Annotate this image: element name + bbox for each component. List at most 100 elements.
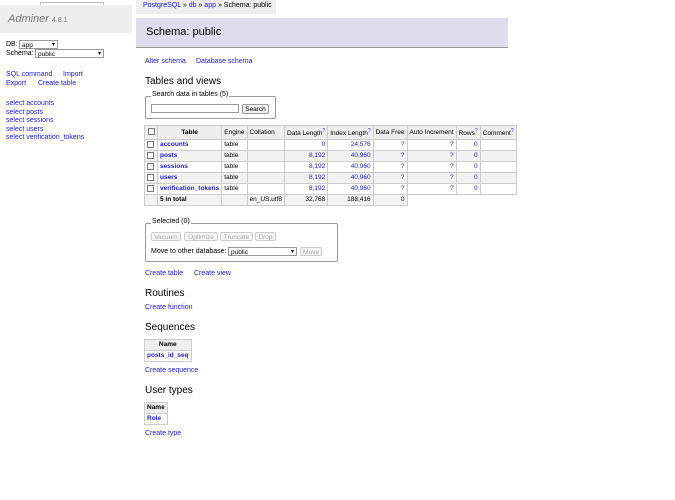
data-free-link[interactable]: ? bbox=[401, 152, 405, 159]
sql-command-link[interactable]: SQL command bbox=[6, 71, 52, 78]
table-row: sessions table 8,192 40,960 ? ? 0 bbox=[144, 161, 517, 174]
auto-increment-cell: ? bbox=[406, 150, 457, 163]
move-database-select[interactable]: public ▾ bbox=[228, 247, 297, 256]
table-name-cell: sessions bbox=[156, 161, 223, 174]
data-length-link[interactable]: 0 bbox=[322, 141, 326, 148]
select-table-link[interactable]: select sessions bbox=[6, 117, 53, 124]
db-label: DB: bbox=[6, 41, 18, 48]
schema-label: Schema: bbox=[6, 50, 34, 57]
total-label: 5 in total bbox=[156, 194, 223, 207]
sequence-link[interactable]: posts_id_seq bbox=[147, 352, 189, 359]
table-name-link[interactable]: users bbox=[160, 174, 177, 181]
auto-increment-link[interactable]: ? bbox=[450, 152, 454, 159]
search-input[interactable] bbox=[151, 104, 239, 113]
breadcrumb-database[interactable]: app bbox=[204, 2, 216, 9]
auto-increment-link[interactable]: ? bbox=[450, 174, 454, 181]
auto-increment-link[interactable]: ? bbox=[450, 185, 454, 192]
index-length-link[interactable]: 24,576 bbox=[351, 141, 371, 148]
data-length-link[interactable]: 8,192 bbox=[309, 163, 325, 170]
col-rows-label: Rows bbox=[458, 130, 475, 138]
adminer-logo-link[interactable]: Adminer 4.8.1 bbox=[8, 13, 68, 25]
db-select[interactable]: app ▾ bbox=[19, 40, 58, 49]
move-button[interactable]: Move bbox=[300, 247, 322, 256]
col-engine: Engine bbox=[221, 124, 248, 141]
create-type-link[interactable]: Create type bbox=[145, 430, 181, 437]
select-table-link[interactable]: select accounts bbox=[6, 100, 54, 107]
create-function-link[interactable]: Create function bbox=[145, 304, 192, 311]
help-icon[interactable]: ? bbox=[511, 128, 514, 134]
select-table-link[interactable]: select users bbox=[6, 126, 43, 133]
index-length-link[interactable]: 40,960 bbox=[351, 185, 371, 192]
user-types-heading: User types bbox=[145, 385, 193, 396]
rows-link[interactable]: 0 bbox=[474, 174, 478, 181]
data-length-link[interactable]: 8,192 bbox=[309, 152, 325, 159]
rows-link[interactable]: 0 bbox=[474, 152, 478, 159]
rows-link[interactable]: 0 bbox=[474, 141, 478, 148]
table-name-link[interactable]: verification_tokens bbox=[160, 185, 219, 192]
col-index-length-label: Index Length bbox=[330, 130, 368, 138]
search-button[interactable]: Search bbox=[242, 104, 269, 114]
collation-cell bbox=[246, 139, 286, 152]
alter-schema-link[interactable]: Alter schema bbox=[145, 58, 186, 65]
row-select-cell bbox=[144, 161, 158, 174]
row-checkbox[interactable] bbox=[147, 184, 154, 192]
rows-cell: 0 bbox=[455, 183, 481, 196]
database-schema-link[interactable]: Database schema bbox=[196, 58, 252, 65]
rows-link[interactable]: 0 bbox=[474, 163, 478, 170]
comment-cell bbox=[479, 183, 517, 196]
data-length-link[interactable]: 8,192 bbox=[309, 174, 325, 181]
index-length-link[interactable]: 40,960 bbox=[351, 152, 371, 159]
tables-header-row: Table Engine Collation Data Length? Inde… bbox=[144, 124, 517, 141]
breadcrumb-server[interactable]: db bbox=[189, 2, 197, 9]
breadcrumb-driver[interactable]: PostgreSQL bbox=[143, 2, 181, 9]
rows-cell: 0 bbox=[455, 161, 481, 174]
col-index-length: Index Length? bbox=[327, 124, 374, 141]
select-table-link[interactable]: select verification_tokens bbox=[6, 134, 84, 141]
truncate-button[interactable]: Truncate bbox=[220, 232, 253, 241]
row-checkbox[interactable] bbox=[147, 140, 154, 148]
vacuum-button[interactable]: Vacuum bbox=[151, 232, 181, 241]
data-length-cell: 8,192 bbox=[284, 172, 329, 185]
index-length-link[interactable]: 40,960 bbox=[351, 163, 371, 170]
drop-button[interactable]: Drop bbox=[255, 232, 276, 241]
tables-table: Table Engine Collation Data Length? Inde… bbox=[144, 124, 517, 207]
auto-increment-cell: ? bbox=[406, 161, 457, 174]
row-checkbox[interactable] bbox=[147, 162, 154, 170]
col-comment-label: Comment bbox=[482, 130, 511, 138]
create-table-link[interactable]: Create table bbox=[145, 270, 183, 277]
data-free-link[interactable]: ? bbox=[401, 174, 405, 181]
create-view-link[interactable]: Create view bbox=[194, 270, 231, 277]
user-type-link[interactable]: Role bbox=[147, 415, 161, 422]
data-length-cell: 8,192 bbox=[284, 150, 329, 163]
table-name-link[interactable]: sessions bbox=[160, 163, 188, 170]
row-checkbox[interactable] bbox=[147, 173, 154, 181]
select-table-link[interactable]: select posts bbox=[6, 109, 43, 116]
collation-cell bbox=[246, 172, 286, 185]
select-all-checkbox[interactable] bbox=[147, 128, 155, 136]
create-sequence-link[interactable]: Create sequence bbox=[145, 367, 198, 374]
rows-link[interactable]: 0 bbox=[474, 185, 478, 192]
create-table-link[interactable]: Create table bbox=[38, 80, 76, 87]
data-free-link[interactable]: ? bbox=[401, 141, 405, 148]
engine-cell: table bbox=[221, 183, 248, 196]
table-name-link[interactable]: posts bbox=[160, 152, 177, 159]
breadcrumb-current: Schema: public bbox=[223, 2, 272, 9]
breadcrumb-separator: » bbox=[198, 2, 203, 9]
export-link[interactable]: Export bbox=[6, 80, 26, 87]
schema-select[interactable]: public ▾ bbox=[35, 49, 104, 58]
data-length-link[interactable]: 8,192 bbox=[309, 185, 325, 192]
selected-fieldset: Selected (0) Vacuum Optimize Truncate Dr… bbox=[145, 218, 338, 262]
row-checkbox[interactable] bbox=[147, 151, 154, 159]
index-length-link[interactable]: 40,960 bbox=[351, 174, 371, 181]
tables-heading: Tables and views bbox=[145, 76, 222, 87]
optimize-button[interactable]: Optimize bbox=[184, 232, 218, 241]
help-icon[interactable]: ? bbox=[368, 128, 371, 134]
data-free-link[interactable]: ? bbox=[401, 163, 405, 170]
help-icon[interactable]: ? bbox=[322, 128, 325, 134]
auto-increment-link[interactable]: ? bbox=[450, 163, 454, 170]
help-icon[interactable]: ? bbox=[475, 128, 478, 134]
data-free-link[interactable]: ? bbox=[401, 185, 405, 192]
import-link[interactable]: Import bbox=[63, 71, 83, 78]
table-name-link[interactable]: accounts bbox=[160, 141, 189, 148]
auto-increment-link[interactable]: ? bbox=[450, 141, 454, 148]
